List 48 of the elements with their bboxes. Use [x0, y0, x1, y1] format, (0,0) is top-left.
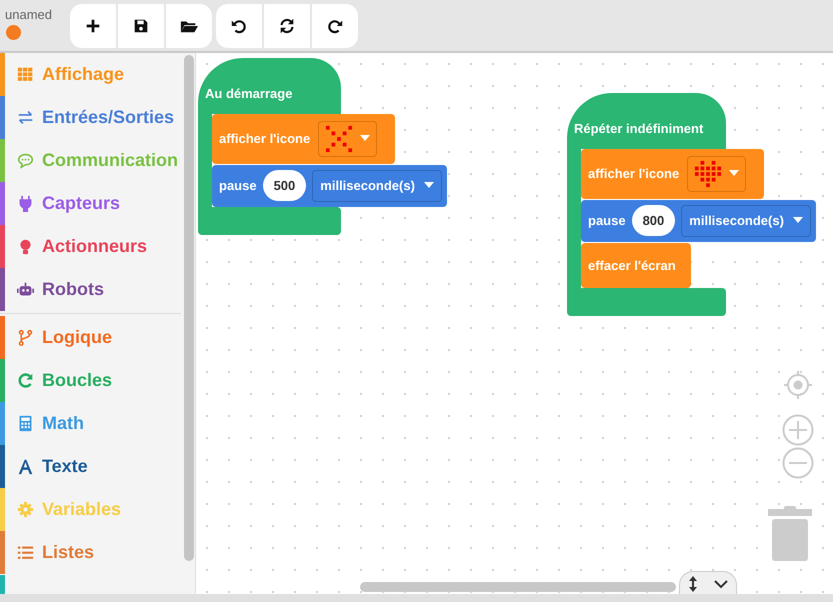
refresh-icon [278, 16, 296, 34]
trash-icon[interactable] [768, 506, 812, 562]
horizontal-scrollbar[interactable] [360, 582, 676, 592]
gear-icon [17, 501, 34, 518]
caret-icon [792, 217, 803, 224]
caret-icon [424, 182, 434, 189]
project-name: unamed [5, 6, 52, 24]
chevron-down-icon [714, 580, 728, 588]
number-field[interactable]: 800 [632, 204, 676, 236]
refresh-button[interactable] [264, 4, 310, 48]
undo-button[interactable] [216, 4, 262, 48]
redo-button[interactable] [312, 4, 358, 48]
unit-dropdown[interactable]: milliseconde(s) [681, 204, 811, 236]
plus-button[interactable] [70, 4, 116, 48]
grid-icon [17, 66, 34, 83]
block-label: afficher l'icone [219, 130, 310, 148]
caret-icon [360, 135, 370, 142]
list-icon [17, 544, 34, 561]
plug-icon [17, 195, 34, 212]
hat-block: Répéter indéfiniment [567, 93, 726, 148]
scrollbar[interactable] [184, 55, 194, 561]
branch-icon [17, 329, 34, 346]
caret-icon [729, 170, 740, 177]
arrows-icon [17, 109, 34, 126]
unit-dropdown[interactable]: milliseconde(s) [312, 170, 442, 202]
zoom-out-icon[interactable] [782, 447, 814, 479]
block-label: pause [219, 176, 257, 195]
loop-arrow-icon [17, 372, 34, 389]
letter-icon [17, 458, 34, 475]
robot-icon [17, 281, 34, 298]
clear-screen-block: effacer l'écran [581, 242, 691, 288]
speech-bubble-icon [17, 152, 34, 169]
number-field[interactable]: 500 [262, 170, 306, 202]
icon-dropdown[interactable] [687, 156, 746, 192]
led-icon [694, 160, 722, 188]
hat-block: Au démarrage [198, 58, 341, 114]
calculator-icon [17, 415, 34, 432]
floppy-disk-button[interactable] [118, 4, 164, 48]
plus-icon [84, 16, 102, 34]
led-icon [325, 124, 354, 152]
recenter-icon[interactable] [784, 371, 812, 399]
vertical-arrows-icon [688, 576, 698, 592]
icon-dropdown[interactable] [318, 120, 378, 156]
block-label: afficher l'icone [588, 164, 680, 183]
folder-button[interactable] [166, 4, 212, 48]
panel-toggle-tab[interactable] [679, 571, 737, 594]
zoom-in-icon[interactable] [782, 414, 814, 446]
block-label: pause [588, 212, 626, 230]
